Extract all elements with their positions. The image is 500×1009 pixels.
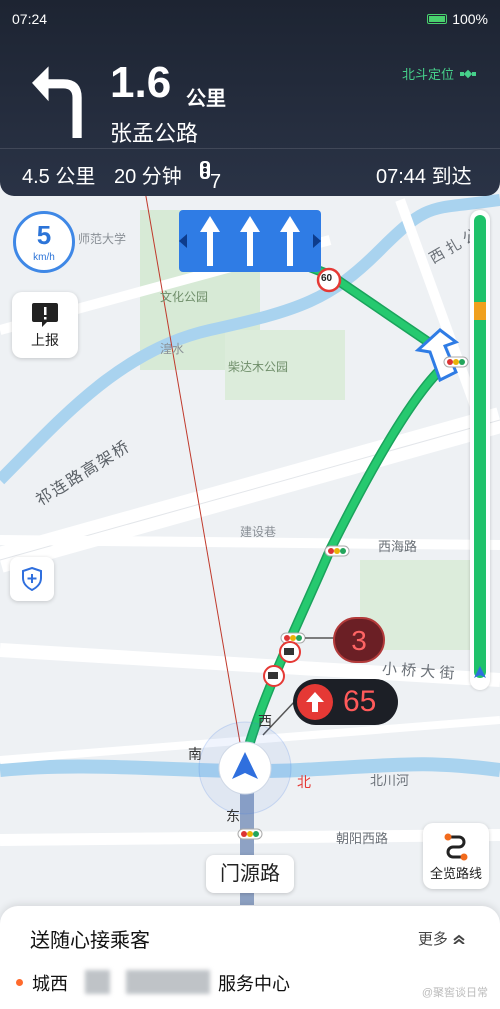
overview-route-button[interactable]: 全览路线 [423,823,489,889]
maneuver-distance: 1.6 [110,58,172,107]
map-label: 建设巷 [240,525,277,539]
traffic-light-icon [200,161,210,179]
direction-east: 东 [226,808,240,824]
map-label: 朝阳西路 [336,831,389,846]
speed-limit-sign-value: 60 [321,273,333,284]
route-progress-congestion [474,302,486,320]
watermark: @聚窖谈日常 [421,987,488,999]
overview-label: 全览路线 [429,866,482,881]
map-label: 文化公园 [160,290,209,304]
lane-guidance [179,210,321,272]
more-button[interactable]: 更多 [418,928,466,949]
traffic-light-countdown: 3 [333,617,385,663]
maneuver-distance-unit: 公里 [186,88,226,110]
beidou-label: 北斗定位 [401,67,454,82]
direction-north: 北 [297,774,311,790]
remaining-time: 20 分钟 [114,166,182,188]
battery-icon [427,14,448,24]
map-label: 西海路 [378,539,418,554]
map-label: 柴达木公园 [228,360,289,374]
direction-west: 西 [258,713,272,729]
speed-limit-value: 65 [343,685,377,718]
traffic-light-icon [443,356,469,368]
traffic-light-count: 7 [200,160,221,193]
status-time: 07:24 [12,11,48,27]
redacted-text [126,970,210,994]
route-progress-bar [470,210,490,690]
map-label: 湟水 [160,342,185,356]
eta: 07:44 到达 [376,166,472,188]
report-icon [32,303,58,327]
direction-south: 南 [188,746,202,762]
camera-icon [263,665,285,687]
pickup-dot [16,979,23,986]
map-label: 师范大学 [78,232,127,246]
chevron-up-icon [453,934,465,945]
panel-title: 送随心接乘客 [30,930,150,952]
safety-button[interactable] [10,557,54,601]
progress-car-icon [474,666,486,678]
up-arrow-icon [297,684,333,720]
report-label: 上报 [31,332,59,348]
report-button[interactable]: 上报 [12,292,78,358]
map-label: 北川河 [370,773,410,788]
camera-icon [279,641,301,663]
status-battery: 100% [427,11,488,27]
overview-route-icon [444,833,468,861]
satellite-icon [460,69,476,78]
next-road-name: 张孟公路 [110,121,199,146]
traffic-light-icon [324,545,350,557]
redacted-text [85,970,110,994]
order-panel[interactable]: 送随心接乘客 更多 城西 服务中心 @聚窖谈日常 [0,906,500,1009]
current-road-label: 门源路 [206,855,294,893]
traffic-light-count-value: 7 [210,171,222,193]
current-speed: 5 km/h [13,211,75,273]
remaining-distance: 4.5 公里 [22,166,96,188]
status-bar: 07:24 100% [0,0,500,40]
pickup-address-suffix: 服务中心 [218,974,290,994]
trip-summary: 4.5 公里 20 分钟 7 07:44 到达 [0,148,500,195]
traffic-light-icon [237,828,263,840]
speed-unit: km/h [33,252,55,263]
beidou-status: 北斗定位 [402,64,476,83]
turn-left-icon [32,66,82,138]
shield-plus-icon [22,567,42,591]
battery-level: 100% [452,11,488,27]
more-label: 更多 [417,931,448,948]
guidance-panel: 07:24 100% 1.6 公里 张孟公路 北斗定位 4.5 公里 20 分钟… [0,0,500,196]
lane-arrows [179,216,321,266]
speed-limit-badge: 65 [293,679,398,725]
pickup-address-prefix: 城西 [32,974,68,994]
road [0,535,500,550]
route-progress-remaining [474,215,486,678]
speed-value: 5 [36,220,52,250]
